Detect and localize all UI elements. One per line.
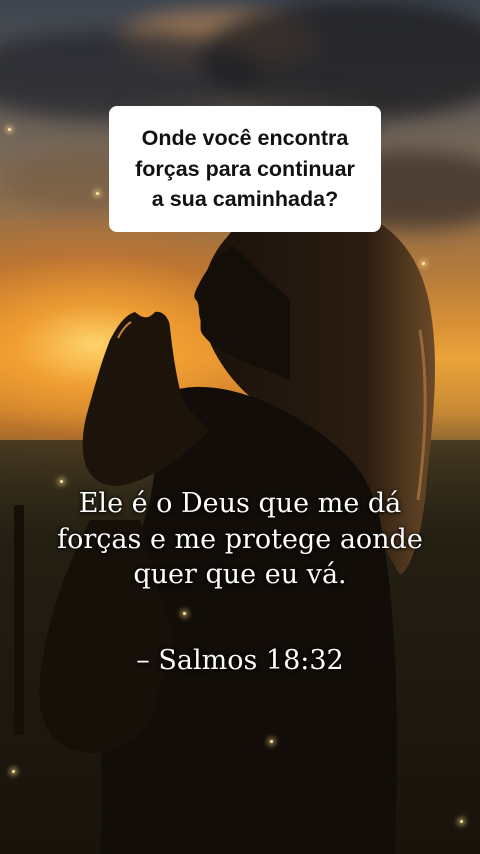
verse-reference: – Salmos 18:32 [136, 645, 344, 676]
sparkle [183, 612, 186, 615]
sparkle [270, 740, 273, 743]
sparkle [8, 128, 11, 131]
sparkle [460, 820, 463, 823]
sparkle [422, 262, 425, 265]
sparkle [12, 770, 15, 773]
sparkle [96, 192, 99, 195]
sparkle [60, 480, 63, 483]
question-text: Onde você encontra forças para continuar… [135, 126, 355, 212]
verse-text: Ele é o Deus que me dá forças e me prote… [57, 488, 423, 591]
background-scene: Onde você encontra forças para continuar… [0, 0, 480, 854]
question-box: Onde você encontra forças para continuar… [109, 106, 381, 232]
